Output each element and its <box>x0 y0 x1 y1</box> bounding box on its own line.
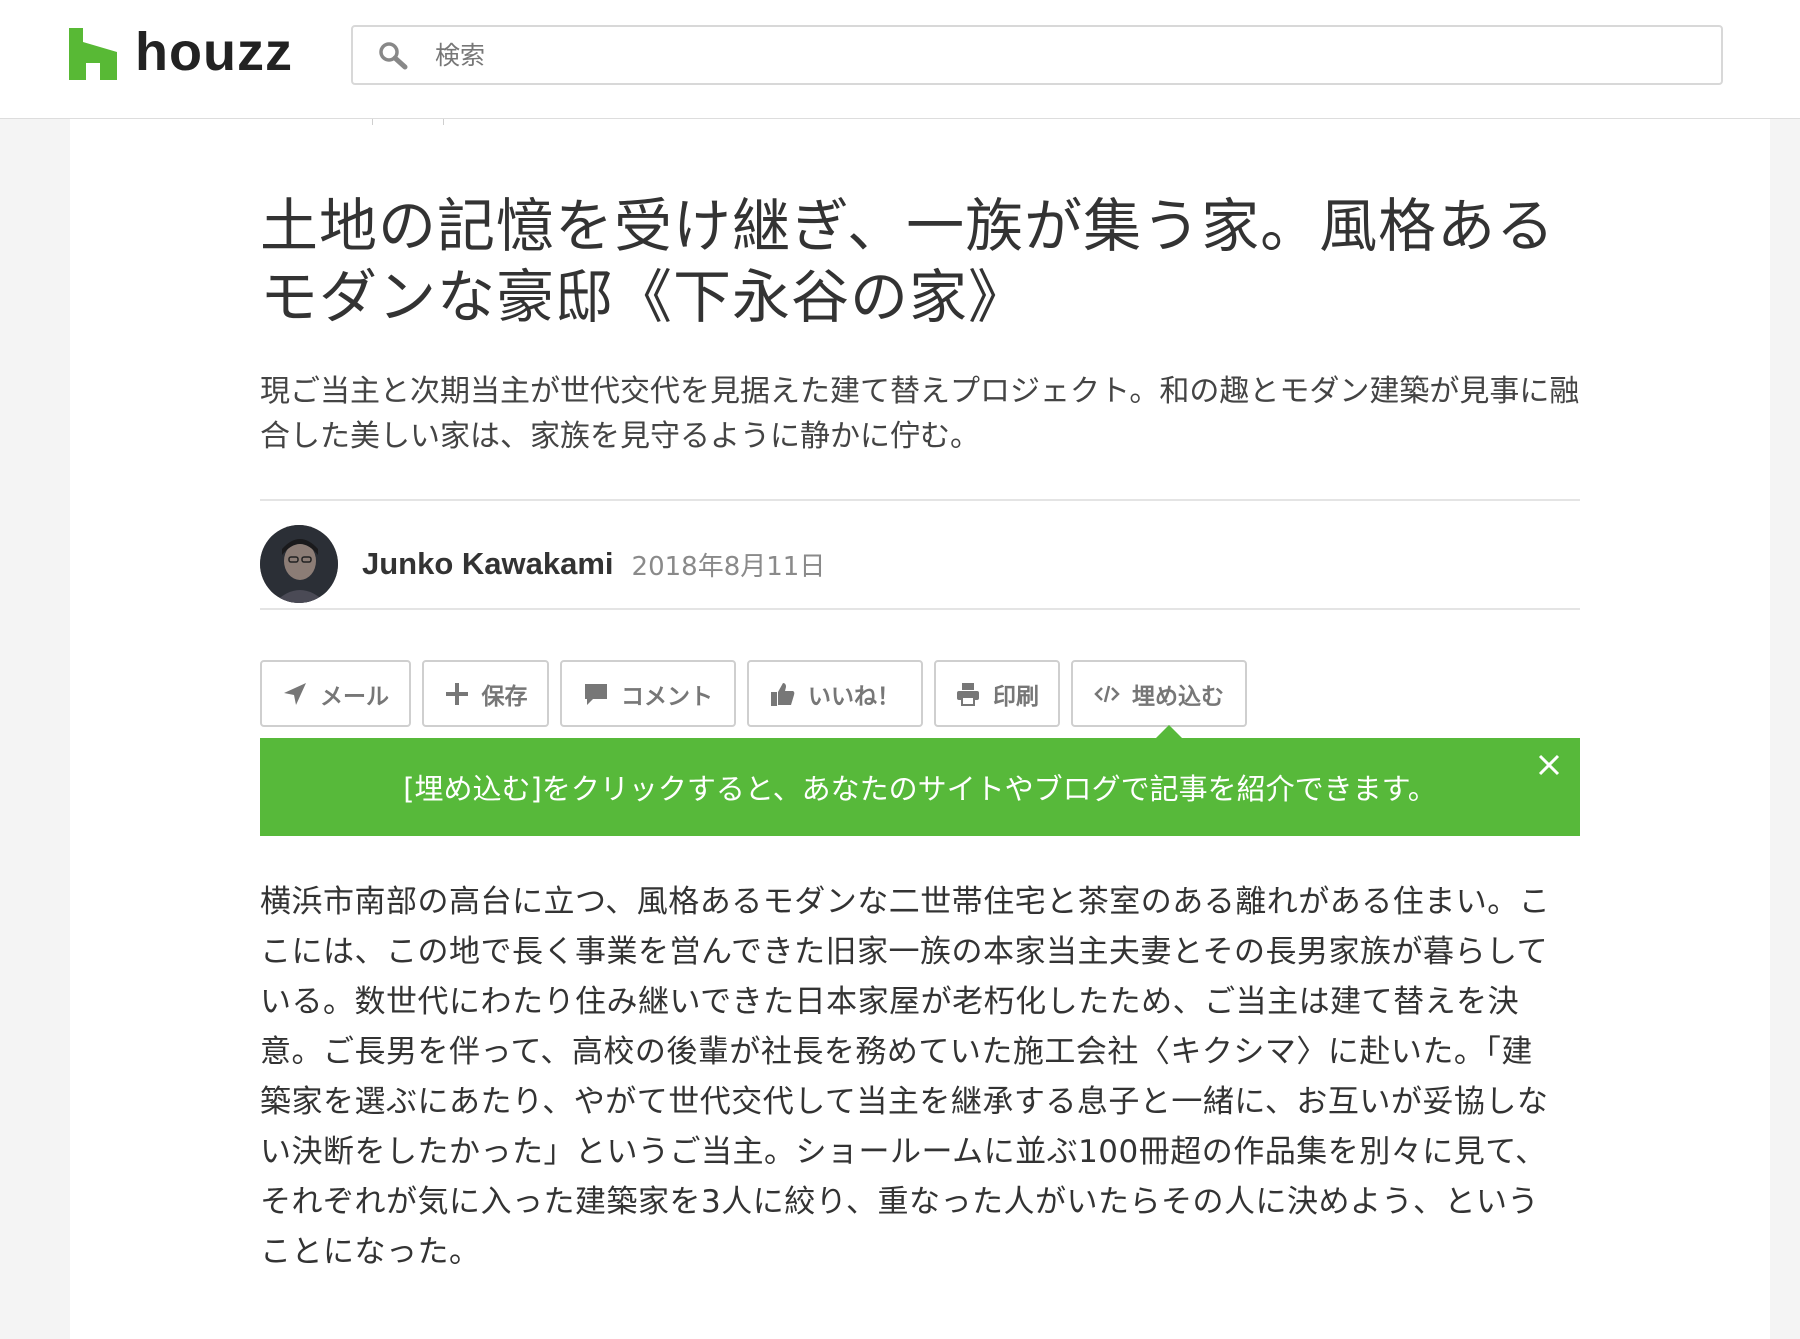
houzz-logo[interactable]: houzz <box>69 22 293 82</box>
tooltip-caret <box>1156 725 1182 738</box>
search-input[interactable] <box>435 35 1695 75</box>
divider <box>260 499 1580 501</box>
email-button-label: メール <box>320 683 389 710</box>
article-card: 土地の記憶を受け継ぎ、一族が集う家。風格あるモダンな豪邸《下永谷の家》 現ご当主… <box>70 119 1770 1339</box>
comment-button[interactable]: コメント <box>560 660 736 727</box>
embed-tip-text: [埋め込む]をクリックすると、あなたのサイトやブログで記事を紹介できます。 <box>403 772 1437 806</box>
save-button-label: 保存 <box>481 683 528 710</box>
print-button[interactable]: 印刷 <box>934 660 1060 727</box>
print-icon <box>957 682 979 706</box>
comment-button-label: コメント <box>621 683 713 710</box>
article-action-bar: メール 保存 コメント いいね！ 印刷 埋め込む <box>260 660 1258 727</box>
save-button[interactable]: 保存 <box>422 660 549 727</box>
comment-icon <box>585 683 607 705</box>
embed-button[interactable]: 埋め込む <box>1071 660 1247 727</box>
author-byline: Junko Kawakami 2018年8月11日 <box>260 524 1580 604</box>
like-button-label: いいね！ <box>808 683 900 710</box>
divider <box>443 119 444 125</box>
houzz-logo-mark-icon <box>69 28 117 80</box>
close-icon[interactable] <box>1536 752 1562 778</box>
embed-tip-banner: [埋め込む]をクリックすると、あなたのサイトやブログで記事を紹介できます。 <box>260 738 1580 836</box>
email-button[interactable]: メール <box>260 660 411 727</box>
plus-icon <box>445 682 468 705</box>
search-icon <box>379 42 408 70</box>
top-navigation-bar: houzz <box>0 0 1800 119</box>
publish-date: 2018年8月11日 <box>631 551 826 582</box>
thumbs-up-icon <box>771 682 795 706</box>
author-photo-icon <box>260 525 338 603</box>
logo-wordmark: houzz <box>135 22 293 82</box>
print-button-label: 印刷 <box>993 683 1039 710</box>
article-body-paragraph: 横浜市南部の高台に立つ、風格あるモダンな二世帯住宅と茶室のある離れがある住まい。… <box>260 884 1551 1270</box>
code-icon <box>1094 685 1120 702</box>
author-avatar[interactable] <box>260 525 338 603</box>
send-icon <box>284 682 306 705</box>
search-bar[interactable] <box>351 25 1723 85</box>
author-name[interactable]: Junko Kawakami <box>362 546 614 582</box>
article-title: 土地の記憶を受け継ぎ、一族が集う家。風格あるモダンな豪邸《下永谷の家》 <box>260 192 1556 331</box>
divider <box>372 119 373 125</box>
divider <box>260 608 1580 610</box>
embed-button-label: 埋め込む <box>1132 683 1224 710</box>
like-button[interactable]: いいね！ <box>747 660 923 727</box>
article-subtitle: 現ご当主と次期当主が世代交代を見据えた建て替えプロジェクト。和の趣とモダン建築が… <box>260 374 1580 454</box>
